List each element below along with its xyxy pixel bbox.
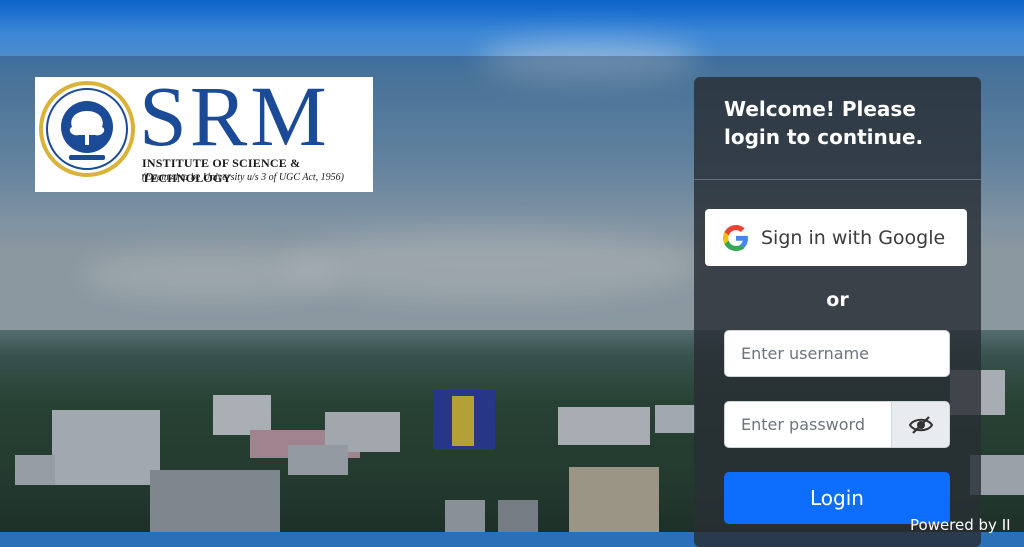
password-toggle-button[interactable] xyxy=(891,401,950,448)
username-input[interactable] xyxy=(724,330,950,377)
google-signin-label: Sign in with Google xyxy=(761,226,946,249)
university-seal-icon xyxy=(39,81,135,177)
password-input[interactable] xyxy=(724,401,892,448)
eye-slash-icon xyxy=(908,415,933,434)
powered-by-text: Powered by II xyxy=(910,516,1011,534)
google-signin-button[interactable]: Sign in with Google xyxy=(705,209,967,266)
or-separator: or xyxy=(826,289,849,311)
login-panel: Welcome! Please login to continue. Sign … xyxy=(694,77,981,547)
panel-divider xyxy=(694,179,981,180)
login-title: Welcome! Please login to continue. xyxy=(724,97,924,149)
brand-tagline: (Deemed to be University u/s 3 of UGC Ac… xyxy=(142,172,344,183)
google-g-icon xyxy=(723,224,748,251)
srm-logo: SRM INSTITUTE OF SCIENCE & TECHNOLOGY (D… xyxy=(35,73,373,192)
brand-name: SRM xyxy=(139,68,330,164)
password-group xyxy=(724,401,950,448)
